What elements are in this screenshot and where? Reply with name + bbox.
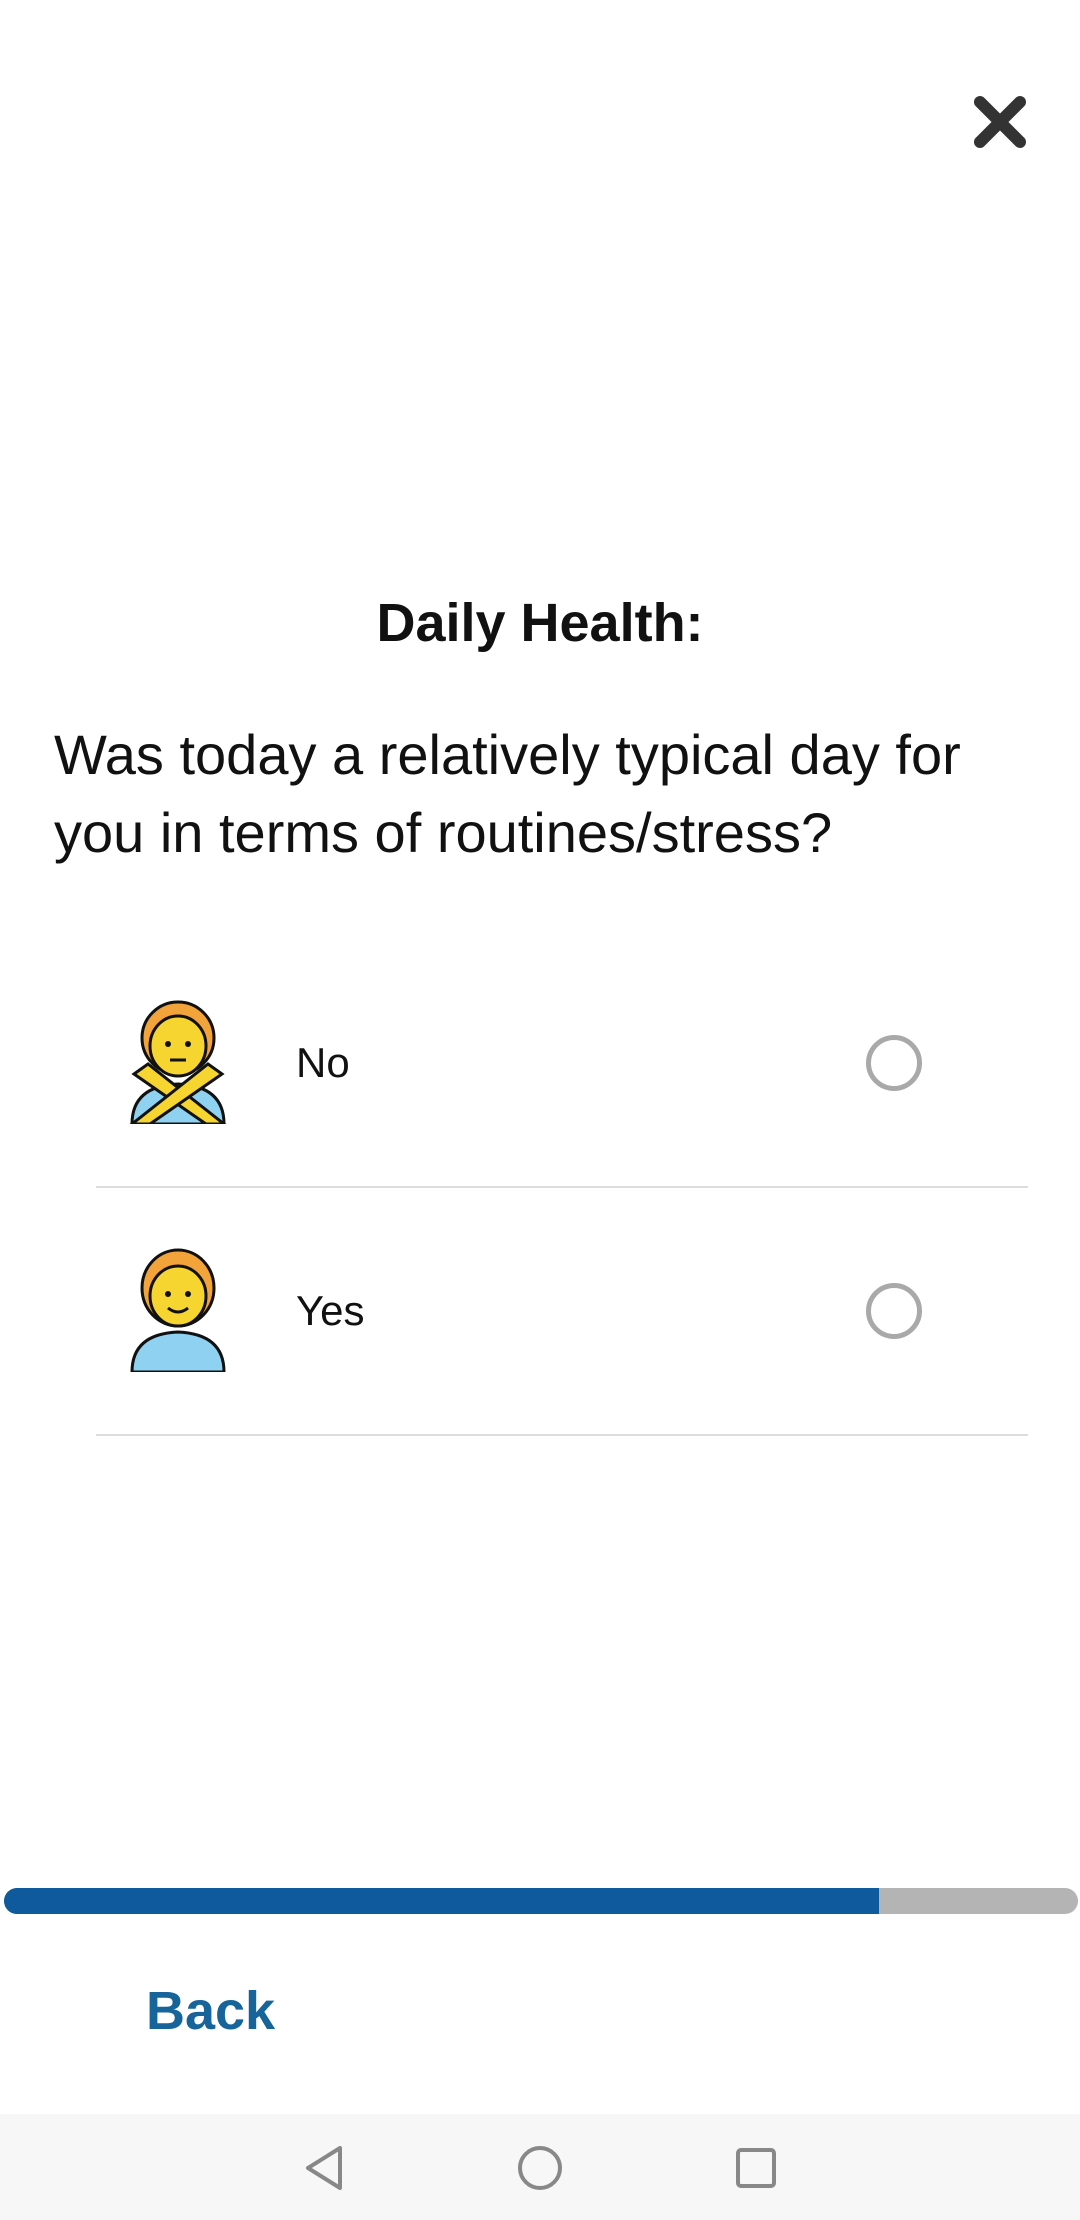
system-nav-bar — [0, 2114, 1080, 2220]
option-label-yes: Yes — [296, 1287, 365, 1334]
option-label-no: No — [296, 1039, 350, 1086]
nav-home-button[interactable] — [510, 2138, 570, 2198]
person-icon — [130, 1248, 226, 1372]
nav-recents-button[interactable] — [726, 2138, 786, 2198]
progress-bar — [4, 1888, 1078, 1914]
option-yes[interactable]: Yes — [96, 1188, 1028, 1436]
radio-no[interactable] — [866, 1035, 922, 1091]
close-button[interactable] — [958, 80, 1042, 164]
nav-home-icon — [518, 2146, 562, 2190]
option-no[interactable]: No — [96, 940, 1028, 1188]
nav-back-button[interactable] — [294, 2138, 354, 2198]
nav-back-icon — [306, 2146, 342, 2190]
nav-recents-icon — [736, 2148, 776, 2188]
back-button[interactable]: Back — [146, 1980, 275, 2050]
radio-yes[interactable] — [866, 1283, 922, 1339]
close-icon — [974, 96, 1026, 148]
survey-question: Was today a relatively typical day for y… — [54, 723, 961, 864]
person-gesturing-no-icon — [129, 1000, 227, 1124]
survey-title: Daily Health: — [376, 593, 704, 653]
answer-options: No Yes — [96, 940, 1028, 1436]
progress-fill — [4, 1888, 880, 1914]
